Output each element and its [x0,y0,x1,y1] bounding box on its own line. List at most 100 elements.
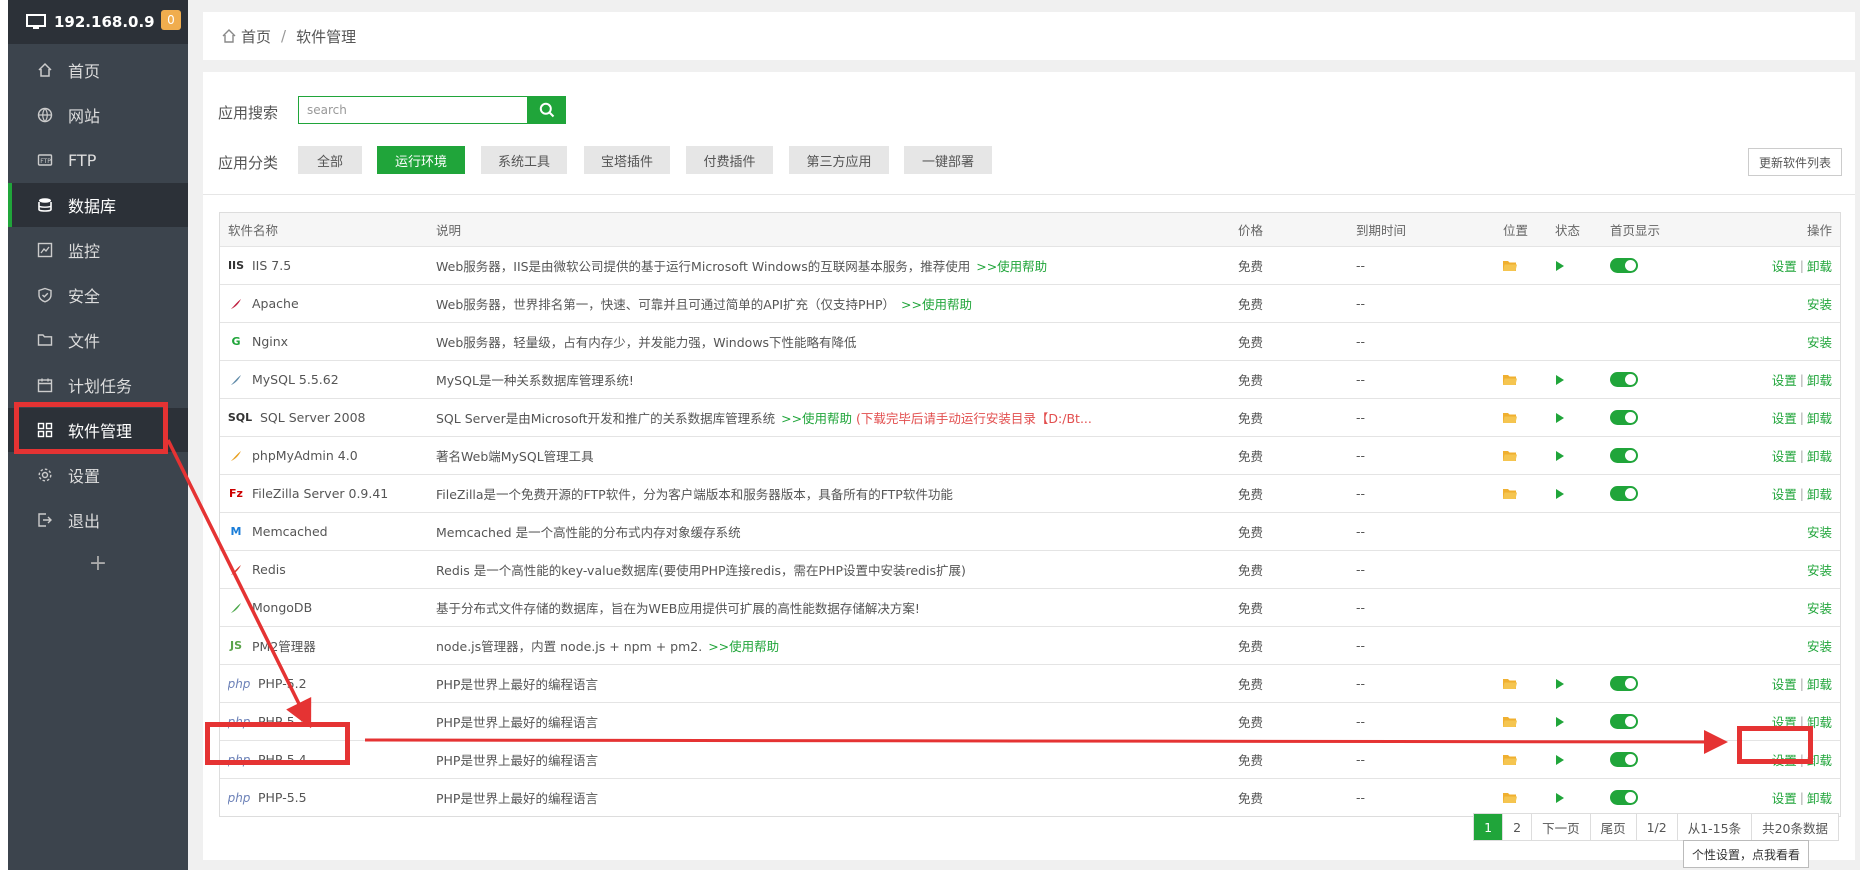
status-running[interactable] [1555,247,1595,284]
category-runtime[interactable]: 运行环境 [377,146,465,174]
folder-icon [1503,374,1517,385]
homepage-toggle[interactable] [1610,752,1638,767]
install-link[interactable]: 安装 [1807,598,1832,617]
uninstall-link[interactable]: 卸载 [1807,446,1832,465]
expire-cell: -- [1356,600,1366,615]
page-item[interactable]: 尾页 [1589,814,1636,840]
install-link[interactable]: 安装 [1807,636,1832,655]
status-running[interactable] [1555,361,1595,398]
category-all[interactable]: 全部 [298,146,362,174]
category-system-tools[interactable]: 系统工具 [481,146,567,174]
page-item[interactable]: 1 [1474,814,1503,840]
settings-link[interactable]: 设置 [1772,370,1797,389]
homepage-toggle[interactable] [1610,714,1638,729]
open-folder-button[interactable] [1503,361,1543,398]
status-running[interactable] [1555,475,1595,512]
sidebar-item-database[interactable]: 数据库 [8,183,188,227]
settings-link[interactable]: 设置 [1772,484,1797,503]
install-link[interactable]: 安装 [1807,294,1832,313]
homepage-toggle[interactable] [1610,486,1638,501]
settings-link[interactable]: 设置 [1772,788,1797,807]
homepage-toggle[interactable] [1610,410,1638,425]
sidebar-item-monitor[interactable]: 监控 [8,228,188,272]
uninstall-link[interactable]: 卸载 [1807,408,1832,427]
notification-badge[interactable]: 0 [161,10,181,30]
category-one-click-deploy[interactable]: 一键部署 [904,146,992,174]
install-link[interactable]: 安装 [1807,332,1832,351]
open-folder-button[interactable] [1503,437,1543,474]
page-item[interactable]: 2 [1502,814,1531,840]
add-button[interactable]: + [8,550,188,578]
homepage-toggle[interactable] [1610,448,1638,463]
software-name: IIS 7.5 [252,258,292,273]
sidebar-item-settings[interactable]: 设置 [8,453,188,497]
header-expire: 到期时间 [1356,223,1407,238]
sidebar-item-security[interactable]: 安全 [8,273,188,317]
settings-link[interactable]: 设置 [1772,446,1797,465]
category-bt-plugins[interactable]: 宝塔插件 [584,146,670,174]
open-folder-button[interactable] [1503,399,1543,436]
install-link[interactable]: 安装 [1807,560,1832,579]
sidebar-item-files[interactable]: 文件 [8,318,188,362]
home-icon [222,29,236,43]
price-cell: 免费 [1238,791,1264,806]
status-running[interactable] [1555,779,1595,816]
open-folder-button[interactable] [1503,247,1543,284]
status-running[interactable] [1555,741,1595,778]
settings-link[interactable]: 设置 [1772,256,1797,275]
homepage-toggle[interactable] [1610,676,1638,691]
uninstall-link[interactable]: 卸载 [1807,484,1832,503]
sidebar-item-logout[interactable]: 退出 [8,498,188,542]
uninstall-link[interactable]: 卸载 [1807,788,1832,807]
page-item[interactable]: 下一页 [1531,814,1590,840]
homepage-toggle[interactable] [1610,372,1638,387]
settings-link[interactable]: 设置 [1772,674,1797,693]
help-link[interactable]: >>使用帮助 [901,294,972,313]
open-folder-button[interactable] [1503,779,1543,816]
folder-icon [36,331,54,349]
search-input[interactable]: search [298,96,528,124]
install-link[interactable]: 安装 [1807,522,1832,541]
open-folder-button[interactable] [1503,741,1543,778]
status-running[interactable] [1555,665,1595,702]
help-link[interactable]: >>使用帮助 [781,408,852,427]
open-folder-button[interactable] [1503,665,1543,702]
software-icon: JS [229,639,242,652]
help-link[interactable]: >>使用帮助 [708,636,779,655]
settings-link[interactable]: 设置 [1772,408,1797,427]
sidebar-item-website[interactable]: 网站 [8,93,188,137]
software-name-cell: Fz FileZilla Server 0.9.41 [228,475,428,512]
uninstall-link[interactable]: 卸载 [1807,370,1832,389]
sidebar-item-ftp[interactable]: FTP FTP [8,138,188,182]
globe-icon [36,106,54,124]
homepage-toggle[interactable] [1610,790,1638,805]
sidebar-item-home[interactable]: 首页 [8,48,188,92]
category-third-party[interactable]: 第三方应用 [789,146,889,174]
update-software-list-button[interactable]: 更新软件列表 [1748,148,1842,176]
software-desc: 著名Web端MySQL管理工具 [436,449,594,464]
table-row: MongoDB 基于分布式文件存储的数据库，旨在为WEB应用提供可扩展的高性能数据… [220,588,1840,626]
open-folder-button[interactable] [1503,703,1543,740]
status-running[interactable] [1555,399,1595,436]
sidebar-item-label: 数据库 [68,197,117,216]
software-name: MySQL 5.5.62 [252,372,339,387]
homepage-toggle[interactable] [1610,258,1638,273]
uninstall-link[interactable]: 卸载 [1807,674,1832,693]
sidebar-item-cron[interactable]: 计划任务 [8,363,188,407]
search-label: 应用搜索 [218,104,279,122]
help-link[interactable]: >>使用帮助 [976,256,1047,275]
status-running[interactable] [1555,437,1595,474]
software-name-cell: IIS IIS 7.5 [228,247,428,284]
tooltip[interactable]: 个性设置，点我看看 [1683,840,1809,868]
ops-cell: 安装 [1692,513,1832,550]
expire-cell: -- [1356,524,1366,539]
search-button[interactable] [528,96,566,124]
database-icon [36,196,54,214]
breadcrumb-home[interactable]: 首页 [241,26,271,47]
open-folder-button[interactable] [1503,475,1543,512]
uninstall-link[interactable]: 卸载 [1807,256,1832,275]
status-running[interactable] [1555,703,1595,740]
category-paid-plugins[interactable]: 付费插件 [686,146,773,174]
price-cell: 免费 [1238,449,1264,464]
software-desc-cell: FileZilla是一个免费开源的FTP软件，分为客户端版本和服务器版本，具备所… [436,475,1266,512]
